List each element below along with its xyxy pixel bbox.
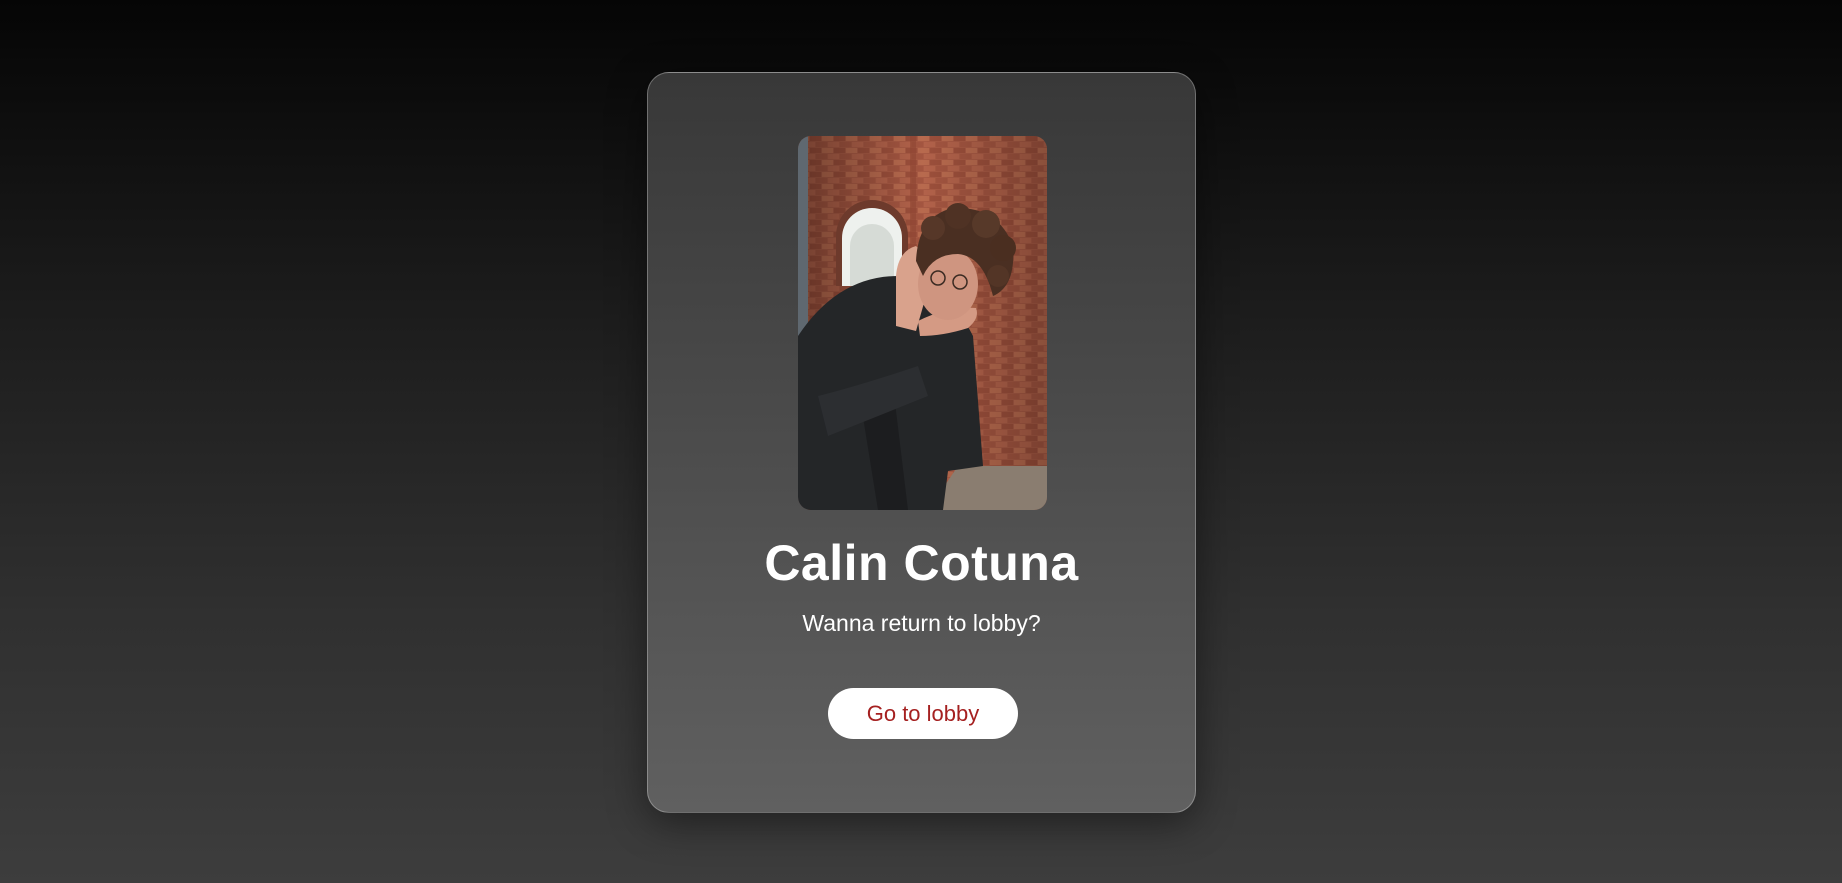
profile-name: Calin Cotuna [764,535,1079,591]
profile-card: Calin Cotuna Wanna return to lobby? Go t… [647,72,1196,813]
go-to-lobby-button[interactable]: Go to lobby [828,688,1018,739]
profile-photo [798,136,1047,510]
return-prompt: Wanna return to lobby? [802,610,1041,636]
